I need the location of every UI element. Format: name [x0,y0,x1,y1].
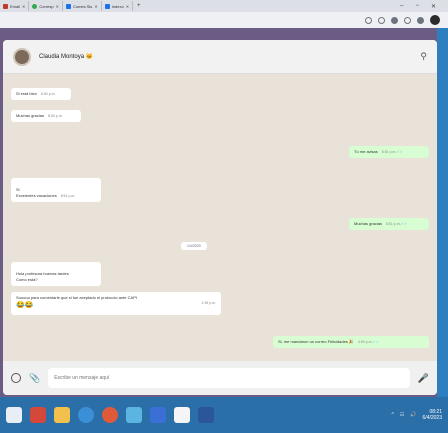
share-icon[interactable] [365,16,372,24]
date-chip: 1/4/2023 [181,242,207,250]
close-window-button[interactable]: ✕ [431,3,436,10]
message-text: Muchas gracias [16,113,45,118]
profile-avatar[interactable] [430,15,440,25]
message-text: Si Excelentes vacaciones [16,187,57,198]
close-tab-icon[interactable]: ✕ [126,4,129,9]
chrome-icon[interactable] [102,407,118,423]
start-icon[interactable] [6,407,22,423]
bookmark-star-icon[interactable] [391,16,398,24]
message-outgoing: Si, me mandaron un correo Felicidades 🎉 4… [273,336,429,349]
whatsapp-icon [32,3,38,9]
file-explorer-icon[interactable] [54,407,70,423]
close-tab-icon[interactable]: ✕ [56,4,59,9]
browser-tab-whatsapp[interactable]: Corresp ✕ [29,1,63,11]
clock-date: 6/4/2023 [422,415,442,421]
mail-icon[interactable] [150,407,166,423]
message-incoming: Si está bien 8:50 p.m. [11,88,71,101]
tab-label: Corresp [39,3,54,9]
system-tray: ^ ☷ 🔊 08:21 6/4/2023 [391,409,442,421]
message-incoming: Si Excelentes vacaciones 8:51 p.m. [11,178,101,203]
message-time: 8:50 p.m. [40,92,56,96]
message-input[interactable] [48,368,410,388]
minimize-button[interactable]: – [400,3,403,10]
puzzle-icon[interactable] [404,16,411,24]
message-emoji: 😂😂 [16,302,34,309]
chat-window: Claudia Montoya 🐱 ⚲ Si está bien 8:50 p.m… [3,40,437,395]
window-controls: – − ✕ [400,3,448,10]
chevron-up-icon[interactable]: ^ [391,412,393,418]
message-text: Hola profesora buenas tardes Como está? [16,271,69,282]
message-text: Si está bien [16,91,37,96]
double-check-icon: ✓✓ [400,221,408,226]
message-outgoing: Muchas gracias 8:51 p.m.✓✓ [349,218,429,231]
taskbar: ^ ☷ 🔊 08:21 6/4/2023 [0,397,448,433]
desktop-background [437,28,448,397]
message-text: Tú me avisas [354,149,378,154]
clock[interactable]: 08:21 6/4/2023 [423,409,442,421]
browser-tab-indexo[interactable]: Indexo ✕ [102,1,134,11]
message-time: 8:50 p.m. [48,114,63,118]
message-time: 8:51 p.m. [381,150,397,154]
edge-icon[interactable] [78,407,94,423]
message-text: Muchas gracias [354,221,383,226]
message-list: Si está bien 8:50 p.m. Muchas gracias 8:50… [3,74,437,361]
network-icon[interactable]: ☷ [400,412,404,418]
calendar-icon[interactable] [174,407,190,423]
chat-header: Claudia Montoya 🐱 ⚲ [3,40,437,74]
contact-avatar[interactable] [13,47,31,66]
menu-icon[interactable] [417,16,424,24]
double-check-icon: ✓✓ [396,149,404,154]
store-icon[interactable] [126,407,142,423]
message-time: 1:39 p.m. [201,301,216,305]
close-tab-icon[interactable]: ✕ [22,4,25,9]
volume-icon[interactable]: 🔊 [410,412,416,418]
browser-tab-strip: Email ✕ Corresp ✕ Comes Sis ✕ Indexo ✕ +… [0,0,448,12]
emoji-icon[interactable] [11,373,21,383]
message-text: Si, me mandaron un correo Felicidades 🎉 [278,339,354,344]
message-incoming: Hola profesora buenas tardes Como está? [11,262,101,286]
tab-label: Comes Sis [72,3,93,9]
contact-name[interactable]: Claudia Montoya 🐱 [39,53,93,60]
browser-tab-comes[interactable]: Comes Sis ✕ [63,1,102,11]
search-taskbar-icon[interactable] [30,407,46,423]
tab-label: Indexo [111,3,124,9]
message-incoming: Muchas gracias 8:50 p.m. [11,110,81,123]
new-tab-button[interactable]: + [133,3,145,9]
word-icon[interactable] [198,407,214,423]
close-tab-icon[interactable]: ✕ [94,4,97,9]
microphone-icon[interactable]: 🎤 [418,373,429,384]
message-outgoing: Tú me avisas 8:51 p.m.✓✓ [349,146,429,159]
restore-button[interactable]: − [415,3,419,10]
browser-toolbar [0,12,448,28]
extension-icon[interactable] [378,16,385,24]
attach-icon[interactable]: 📎 [29,373,40,384]
tab-label: Email [10,3,21,9]
gmail-icon [3,3,8,9]
site-icon [65,3,71,9]
browser-tab-email[interactable]: Email ✕ [0,1,30,11]
double-check-icon: ✓✓ [372,339,380,344]
message-composer: 📎 🎤 [3,361,437,395]
message-time: 8:51 p.m. [386,222,401,226]
message-time: 8:51 p.m. [60,194,76,198]
message-time: 4:00 p.m. [357,340,373,344]
message-incoming: Sooooo para comentarle que si fue acepta… [11,292,221,315]
search-icon[interactable]: ⚲ [420,51,427,62]
site-icon [104,3,110,9]
